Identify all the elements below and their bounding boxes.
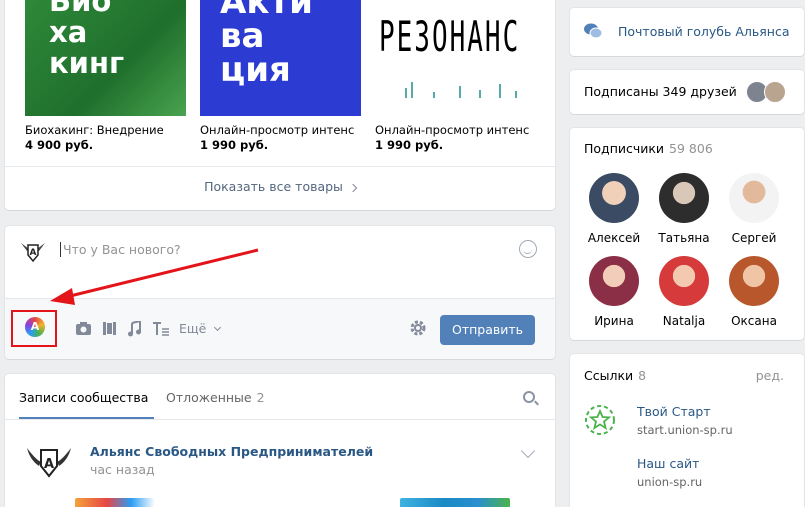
product-price: 4 900 руб.	[25, 138, 94, 152]
annotation-highlight-box	[11, 310, 57, 347]
product-image[interactable]: РЕЗОНАНС	[375, 0, 536, 116]
link-url: start.union-sp.ru	[637, 423, 733, 437]
post-image-preview	[400, 498, 510, 507]
edit-links-link[interactable]: ред.	[756, 368, 784, 383]
divider	[5, 419, 555, 420]
show-all-label: Показать все товары	[204, 179, 343, 194]
community-avatar[interactable]: A	[25, 442, 73, 482]
follower-item[interactable]: Natalja	[649, 256, 719, 328]
follower-name[interactable]: Оксана	[719, 314, 789, 328]
followers-title: Подписчики	[584, 141, 665, 156]
product-card[interactable]: Био ха кинг Биохакинг: Внедрение 4 900 р…	[25, 0, 186, 152]
links-title: Ссылки	[584, 368, 634, 383]
post-timestamp[interactable]: час назад	[90, 462, 155, 477]
waveform-bar	[479, 90, 481, 98]
link-title[interactable]: Наш сайт	[637, 456, 699, 471]
music-icon[interactable]	[127, 319, 141, 340]
avatar[interactable]	[659, 256, 709, 306]
chevron-right-icon	[348, 183, 358, 193]
tab-postponed-label: Отложенные	[166, 390, 252, 405]
camera-icon[interactable]	[75, 321, 92, 339]
tab-postponed-count: 2	[256, 390, 265, 405]
follower-name[interactable]: Сергей	[719, 231, 789, 245]
waveform-bar	[515, 91, 517, 98]
mail-widget[interactable]: Почтовый голубь Альянса	[570, 8, 804, 56]
composer-toolbar: A Ещё Отправить	[5, 298, 555, 359]
waveform-bar	[433, 92, 435, 98]
community-wall: Записи сообщества Отложенные 2 A Альянс С…	[5, 374, 555, 507]
product-price: 1 990 руб.	[200, 138, 269, 152]
send-button[interactable]: Отправить	[440, 315, 535, 345]
mail-widget-label[interactable]: Почтовый голубь Альянса	[618, 24, 789, 39]
product-image-text: РЕЗОНАНС	[379, 14, 521, 62]
avatar[interactable]	[659, 173, 709, 223]
products-block: Био ха кинг Биохакинг: Внедрение 4 900 р…	[5, 0, 555, 210]
follower-name[interactable]: Natalja	[649, 314, 719, 328]
gear-icon[interactable]	[409, 319, 427, 342]
follower-name[interactable]: Алексей	[579, 231, 649, 245]
product-card[interactable]: Акти ва ция Онлайн-просмотр интенс 1 990…	[200, 0, 361, 152]
link-url: union-sp.ru	[637, 475, 703, 489]
friends-subscribed-label[interactable]: Подписаны 349 друзей	[584, 84, 737, 99]
product-image-text: ха	[49, 15, 88, 49]
product-title[interactable]: Онлайн-просмотр интенс	[375, 123, 536, 137]
more-attachments-dropdown[interactable]: Ещё	[179, 321, 222, 336]
followers-header[interactable]: Подписчики 59 806	[584, 141, 713, 156]
subscribed-friends[interactable]: Подписаны 349 друзей	[570, 70, 804, 114]
links-header[interactable]: Ссылки 8	[584, 368, 646, 383]
link-title[interactable]: Твой Старт	[637, 404, 711, 419]
divider	[5, 166, 555, 167]
product-image-text: ция	[220, 50, 291, 90]
waveform-bar	[405, 88, 407, 98]
follower-item[interactable]: Оксана	[719, 256, 789, 328]
video-icon[interactable]	[102, 321, 117, 339]
links-block: Ссылки 8 ред. Твой Старт start.union-sp.r…	[570, 354, 804, 507]
waveform-bar	[499, 84, 501, 98]
post-composer: A Что у Вас нового? A Ещё Отправить	[5, 226, 555, 359]
avatar[interactable]	[589, 173, 639, 223]
follower-item[interactable]: Татьяна	[649, 173, 719, 245]
product-title[interactable]: Биохакинг: Внедрение	[25, 123, 186, 137]
follower-item[interactable]: Ирина	[579, 256, 649, 328]
product-image-text: кинг	[49, 46, 125, 80]
text-format-icon[interactable]	[152, 321, 170, 339]
product-price: 1 990 руб.	[375, 138, 444, 152]
tab-postponed[interactable]: Отложенные 2	[166, 390, 265, 405]
emoji-icon[interactable]	[519, 240, 537, 258]
product-card[interactable]: РЕЗОНАНС Онлайн-просмотр интенс 1 990 ру…	[375, 0, 536, 152]
svg-text:A: A	[30, 248, 37, 258]
product-image[interactable]: Био ха кинг	[25, 0, 186, 116]
more-label: Ещё	[179, 321, 207, 336]
svg-text:A: A	[44, 457, 54, 472]
message-icon	[584, 23, 602, 39]
post-image-preview	[75, 498, 155, 507]
post-input[interactable]: Что у Вас нового?	[60, 242, 181, 257]
post-author-link[interactable]: Альянс Свободных Предпринимателей	[90, 444, 373, 459]
follower-name[interactable]: Ирина	[579, 314, 649, 328]
tab-community-posts[interactable]: Записи сообщества	[19, 390, 155, 419]
product-title[interactable]: Онлайн-просмотр интенс	[200, 123, 361, 137]
chevron-down-icon[interactable]	[520, 443, 536, 459]
chevron-down-icon	[214, 323, 222, 332]
waveform-bar	[459, 86, 461, 98]
product-image[interactable]: Акти ва ция	[200, 0, 361, 116]
follower-item[interactable]: Алексей	[579, 173, 649, 245]
followers-block: Подписчики 59 806 Алексей Татьяна Сергей …	[570, 128, 804, 340]
followers-count: 59 806	[669, 141, 713, 156]
product-image-text: ва	[220, 16, 265, 56]
avatar[interactable]	[729, 256, 779, 306]
waveform-bar	[411, 82, 413, 98]
show-all-products-link[interactable]: Показать все товары	[5, 179, 555, 194]
links-count: 8	[638, 368, 647, 383]
avatar[interactable]	[729, 173, 779, 223]
avatar[interactable]	[764, 81, 786, 103]
avatar[interactable]	[589, 256, 639, 306]
star-icon[interactable]	[584, 404, 616, 436]
community-avatar: A	[21, 243, 45, 263]
follower-name[interactable]: Татьяна	[649, 231, 719, 245]
follower-item[interactable]: Сергей	[719, 173, 789, 245]
search-icon[interactable]	[523, 391, 535, 403]
